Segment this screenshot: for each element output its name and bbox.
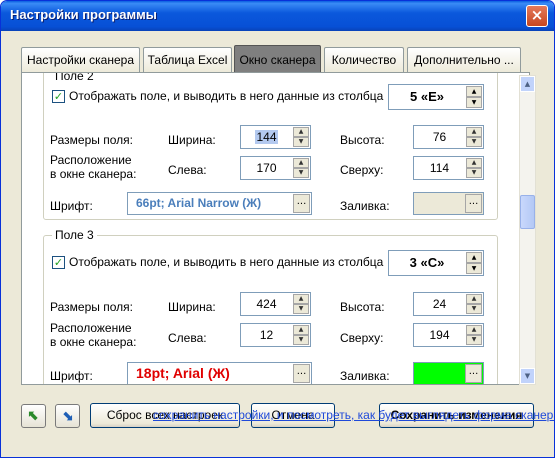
field-3-left-spinner[interactable]: 12 ▲ ▼ bbox=[240, 323, 311, 347]
field-2-show-checkbox[interactable]: ✓ bbox=[52, 90, 65, 103]
field-3-height-value: 24 bbox=[432, 297, 447, 311]
field-2-column-up[interactable]: ▲ bbox=[466, 86, 482, 97]
field-2-height-spinner[interactable]: 76 ▲ ▼ bbox=[413, 125, 484, 149]
field-3-width-value: 424 bbox=[256, 297, 277, 311]
field-2-left-down[interactable]: ▼ bbox=[293, 168, 309, 178]
field-2-height-label: Высота: bbox=[340, 133, 385, 147]
field-2-width-value: 144 bbox=[255, 130, 278, 144]
field-2-font-browse-button[interactable]: ... bbox=[293, 194, 310, 213]
tab-scanner-window[interactable]: Окно сканера bbox=[234, 45, 321, 73]
scroll-thumb[interactable] bbox=[520, 195, 535, 229]
scroll-up-button[interactable]: ▲ bbox=[520, 76, 535, 92]
field-2-show-label: Отображать поле, и выводить в него данны… bbox=[69, 89, 384, 103]
tab-scanner-settings[interactable]: Настройки сканера bbox=[21, 47, 140, 73]
tab-excel-table[interactable]: Таблица Excel bbox=[143, 47, 232, 73]
field-3-show-checkbox[interactable]: ✓ bbox=[52, 256, 65, 269]
field-3-height-spinner[interactable]: 24 ▲ ▼ bbox=[413, 292, 484, 316]
field-2-group: Поле 2 ✓ Отображать поле, и выводить в н… bbox=[43, 73, 498, 220]
field-3-left-up[interactable]: ▲ bbox=[293, 325, 309, 335]
settings-window: Настройки программы × Настройки сканера … bbox=[0, 0, 555, 458]
field-2-width-label: Ширина: bbox=[168, 133, 216, 147]
field-2-column-down[interactable]: ▼ bbox=[466, 97, 482, 108]
field-3-column-down[interactable]: ▼ bbox=[466, 263, 482, 274]
scroll-down-button[interactable]: ▼ bbox=[520, 368, 535, 384]
client-area: Настройки сканера Таблица Excel Окно ска… bbox=[4, 31, 551, 456]
field-3-left-down[interactable]: ▼ bbox=[293, 335, 309, 345]
field-3-height-down[interactable]: ▼ bbox=[466, 304, 482, 314]
field-2-font-value: 66pt; Arial Narrow (Ж) bbox=[136, 196, 262, 210]
field-2-fill-browse-button[interactable]: ... bbox=[465, 194, 482, 213]
field-3-group: Поле 3 ✓ Отображать поле, и выводить в н… bbox=[43, 228, 498, 384]
close-button[interactable]: × bbox=[526, 5, 548, 27]
field-3-width-down[interactable]: ▼ bbox=[293, 304, 309, 314]
field-3-size-label: Размеры поля: bbox=[50, 300, 133, 314]
field-2-font-label: Шрифт: bbox=[50, 199, 93, 213]
field-2-width-spinner[interactable]: 144 ▲ ▼ bbox=[240, 125, 311, 149]
field-2-height-down[interactable]: ▼ bbox=[466, 137, 482, 147]
vertical-scrollbar[interactable]: ▲ ▼ bbox=[519, 75, 536, 385]
field-2-font-box[interactable]: 66pt; Arial Narrow (Ж) ... bbox=[127, 192, 312, 215]
field-3-height-up[interactable]: ▲ bbox=[466, 294, 482, 304]
field-2-top-spinner[interactable]: 114 ▲ ▼ bbox=[413, 156, 484, 180]
field-3-fill-browse-button[interactable]: ... bbox=[465, 364, 482, 383]
field-3-show-label: Отображать поле, и выводить в него данны… bbox=[69, 255, 384, 269]
field-2-fill-box[interactable]: ... bbox=[413, 192, 484, 215]
field-3-left-value: 12 bbox=[259, 328, 274, 342]
field-3-width-label: Ширина: bbox=[168, 300, 216, 314]
field-3-height-label: Высота: bbox=[340, 300, 385, 314]
import-arrow-icon[interactable]: ⬉ bbox=[21, 404, 46, 428]
field-3-column-select[interactable]: 3 «C» ▲ ▼ bbox=[388, 250, 484, 276]
field-3-width-spinner[interactable]: 424 ▲ ▼ bbox=[240, 292, 311, 316]
field-2-width-up[interactable]: ▲ bbox=[293, 127, 309, 137]
field-3-fill-label: Заливка: bbox=[340, 369, 390, 383]
field-2-title: Поле 2 bbox=[52, 73, 97, 83]
field-3-top-up[interactable]: ▲ bbox=[466, 325, 482, 335]
field-3-top-value: 194 bbox=[429, 328, 450, 342]
field-2-top-label: Сверху: bbox=[340, 163, 384, 177]
field-3-column-up[interactable]: ▲ bbox=[466, 252, 482, 263]
field-2-position-label-1: Расположение bbox=[50, 153, 132, 167]
tab-additional[interactable]: Дополнительно ... bbox=[407, 47, 521, 73]
save-and-preview-link[interactable]: сохранить настройки, и посмотреть, как б… bbox=[153, 408, 554, 422]
field-2-column-select[interactable]: 5 «E» ▲ ▼ bbox=[388, 84, 484, 110]
tab-quantity[interactable]: Количество bbox=[324, 47, 404, 73]
field-2-size-label: Размеры поля: bbox=[50, 133, 133, 147]
field-2-left-up[interactable]: ▲ bbox=[293, 158, 309, 168]
field-3-font-value: 18pt; Arial (Ж) bbox=[136, 365, 230, 381]
field-3-position-label-2: в окне сканера: bbox=[50, 335, 137, 349]
field-3-width-up[interactable]: ▲ bbox=[293, 294, 309, 304]
field-2-height-value: 76 bbox=[432, 130, 447, 144]
field-2-top-up[interactable]: ▲ bbox=[466, 158, 482, 168]
field-3-top-spinner[interactable]: 194 ▲ ▼ bbox=[413, 323, 484, 347]
window-title: Настройки программы bbox=[10, 7, 157, 22]
field-2-column-value: 5 «E» bbox=[410, 89, 444, 104]
field-2-left-value: 170 bbox=[256, 161, 277, 175]
field-2-top-value: 114 bbox=[429, 161, 450, 175]
field-2-position-label-2: в окне сканера: bbox=[50, 167, 137, 181]
field-3-font-browse-button[interactable]: ... bbox=[293, 364, 310, 383]
field-2-height-up[interactable]: ▲ bbox=[466, 127, 482, 137]
field-3-font-box[interactable]: 18pt; Arial (Ж) ... bbox=[127, 362, 312, 384]
field-3-title: Поле 3 bbox=[52, 228, 97, 242]
scanner-window-panel: Поле 2 ✓ Отображать поле, и выводить в н… bbox=[21, 72, 530, 385]
field-3-top-label: Сверху: bbox=[340, 331, 384, 345]
field-3-position-label-1: Расположение bbox=[50, 321, 132, 335]
field-3-fill-box[interactable]: ... bbox=[413, 362, 484, 384]
field-3-column-value: 3 «C» bbox=[409, 255, 445, 270]
field-2-left-spinner[interactable]: 170 ▲ ▼ bbox=[240, 156, 311, 180]
field-3-top-down[interactable]: ▼ bbox=[466, 335, 482, 345]
field-2-width-down[interactable]: ▼ bbox=[293, 137, 309, 147]
export-arrow-icon[interactable]: ⬊ bbox=[55, 404, 80, 428]
field-2-fill-label: Заливка: bbox=[340, 199, 390, 213]
field-3-left-label: Слева: bbox=[168, 331, 207, 345]
field-3-font-label: Шрифт: bbox=[50, 369, 93, 383]
title-bar: Настройки программы × bbox=[1, 1, 554, 31]
field-2-left-label: Слева: bbox=[168, 163, 207, 177]
field-2-top-down[interactable]: ▼ bbox=[466, 168, 482, 178]
